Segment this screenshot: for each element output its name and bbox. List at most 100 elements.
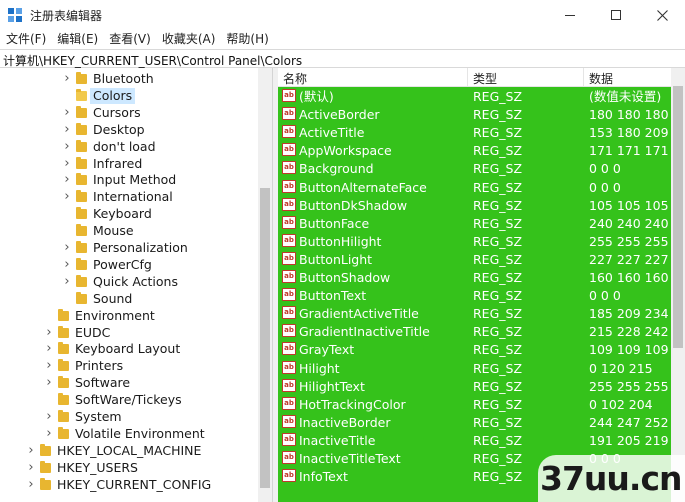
value-row[interactable]: ab HilightText REG_SZ 255 255 255 (278, 377, 671, 395)
list-scrollbar[interactable] (671, 68, 685, 502)
value-type: REG_SZ (473, 469, 523, 485)
list-body: ab (默认) REG_SZ (数值未设置) ab ActiveBorder REG_SZ 1… (278, 87, 671, 502)
address-bar[interactable]: 计算机\HKEY_CURRENT_USER\Control Panel\Colo… (0, 49, 685, 68)
value-row[interactable]: ab ButtonShadow REG_SZ 160 160 160 (278, 268, 671, 286)
value-row[interactable]: ab ButtonAlternateFace REG_SZ 0 0 0 (278, 178, 671, 196)
tree-scrollbar-thumb[interactable] (260, 188, 270, 488)
tree-item[interactable]: › PowerCfg (0, 256, 258, 273)
tree-item[interactable]: Colors (0, 87, 258, 104)
close-button[interactable] (639, 0, 685, 30)
chevron-right-icon[interactable]: › (62, 239, 72, 256)
string-value-icon: ab (282, 432, 296, 446)
tree-item[interactable]: Mouse (0, 222, 258, 239)
value-row[interactable]: ab InactiveBorder REG_SZ 244 247 252 (278, 413, 671, 431)
menu-edit[interactable]: 编辑(E) (51, 30, 103, 49)
tree-item[interactable]: SoftWare/Tickeys (0, 391, 258, 408)
chevron-right-icon[interactable]: › (44, 374, 54, 391)
chevron-right-icon[interactable]: › (62, 273, 72, 290)
value-row[interactable]: ab GradientInactiveTitle REG_SZ 215 228 242 (278, 322, 671, 340)
tree-item[interactable]: › Bluetooth (0, 70, 258, 87)
folder-icon (58, 410, 69, 422)
chevron-right-icon[interactable]: › (62, 155, 72, 172)
tree-item[interactable]: Environment (0, 307, 258, 324)
value-row[interactable]: ab ButtonText REG_SZ 0 0 0 (278, 286, 671, 304)
tree-item[interactable]: › Input Method (0, 171, 258, 188)
chevron-right-icon[interactable]: › (62, 171, 72, 188)
value-row[interactable]: ab ActiveBorder REG_SZ 180 180 180 (278, 105, 671, 123)
chevron-right-icon[interactable]: › (26, 476, 36, 493)
value-row[interactable]: ab HotTrackingColor REG_SZ 0 102 204 (278, 395, 671, 413)
chevron-right-icon[interactable]: › (62, 70, 72, 87)
values-list[interactable]: 名称 类型 数据 ab (默认) REG_SZ (数值未设置) ab ActiveBord… (278, 68, 685, 502)
value-row[interactable]: ab ActiveTitle REG_SZ 153 180 209 (278, 123, 671, 141)
chevron-right-icon[interactable]: › (44, 357, 54, 374)
tree-item[interactable]: › Cursors (0, 104, 258, 121)
chevron-right-icon[interactable]: › (44, 408, 54, 425)
menu-help[interactable]: 帮助(H) (220, 30, 273, 49)
value-name: (默认) (299, 89, 334, 104)
chevron-right-icon[interactable]: › (26, 442, 36, 459)
value-row[interactable]: ab Background REG_SZ 0 0 0 (278, 159, 671, 177)
value-row[interactable]: ab Hilight REG_SZ 0 120 215 (278, 359, 671, 377)
value-data: (数值未设置) (589, 89, 662, 104)
tree-item[interactable]: › Quick Actions (0, 273, 258, 290)
tree-item[interactable]: › Infrared (0, 155, 258, 172)
menu-bar: 文件(F) 编辑(E) 查看(V) 收藏夹(A) 帮助(H) (0, 30, 685, 49)
chevron-right-icon[interactable]: › (62, 104, 72, 121)
tree-item[interactable]: › EUDC (0, 324, 258, 341)
list-scrollbar-thumb[interactable] (673, 86, 683, 348)
tree-item[interactable]: › Volatile Environment (0, 425, 258, 442)
menu-file[interactable]: 文件(F) (0, 30, 51, 49)
tree-item[interactable]: › Printers (0, 357, 258, 374)
value-row[interactable]: ab AppWorkspace REG_SZ 171 171 171 (278, 141, 671, 159)
tree-item[interactable]: › Software (0, 374, 258, 391)
chevron-right-icon[interactable]: › (62, 188, 72, 205)
tree-item[interactable]: › System (0, 408, 258, 425)
registry-tree[interactable]: › Bluetooth Colors › Cursors › Desktop › don't l… (0, 68, 272, 502)
tree-item-label: System (75, 409, 122, 424)
string-value-icon: ab (282, 161, 296, 175)
value-row[interactable]: ab ButtonDkShadow REG_SZ 105 105 105 (278, 196, 671, 214)
tree-item[interactable]: › Personalization (0, 239, 258, 256)
value-row[interactable]: ab ButtonFace REG_SZ 240 240 240 (278, 214, 671, 232)
chevron-right-icon[interactable]: › (44, 425, 54, 442)
value-row[interactable]: ab InactiveTitle REG_SZ 191 205 219 (278, 431, 671, 449)
column-header-data[interactable]: 数据 (589, 70, 613, 87)
value-name: ActiveBorder (299, 107, 380, 123)
tree-item[interactable]: › HKEY_CURRENT_CONFIG (0, 476, 258, 493)
address-path[interactable]: 计算机\HKEY_CURRENT_USER\Control Panel\Colo… (3, 52, 302, 69)
menu-view[interactable]: 查看(V) (103, 30, 156, 49)
tree-item[interactable]: Sound (0, 290, 258, 307)
value-row[interactable]: ab GradientActiveTitle REG_SZ 185 209 234 (278, 304, 671, 322)
tree-item[interactable]: › International (0, 188, 258, 205)
tree-item[interactable]: › don't load (0, 138, 258, 155)
maximize-button[interactable] (593, 0, 639, 30)
column-header-type[interactable]: 类型 (473, 70, 497, 87)
tree-item[interactable]: › Desktop (0, 121, 258, 138)
menu-favorites[interactable]: 收藏夹(A) (156, 30, 221, 49)
tree-item[interactable]: › HKEY_LOCAL_MACHINE (0, 442, 258, 459)
value-data: 0 120 215 (589, 360, 653, 376)
value-row[interactable]: ab ButtonHilight REG_SZ 255 255 255 (278, 232, 671, 250)
tree-scrollbar[interactable] (258, 68, 272, 502)
minimize-button[interactable] (547, 0, 593, 30)
chevron-right-icon[interactable]: › (62, 138, 72, 155)
value-name: ButtonFace (299, 215, 370, 231)
value-row[interactable]: ab ButtonLight REG_SZ 227 227 227 (278, 250, 671, 268)
tree-item-label: HKEY_CURRENT_CONFIG (57, 476, 212, 492)
chevron-right-icon[interactable]: › (62, 256, 72, 273)
value-row[interactable]: ab GrayText REG_SZ 109 109 109 (278, 340, 671, 358)
tree-item[interactable]: › Keyboard Layout (0, 340, 258, 357)
chevron-right-icon[interactable]: › (44, 324, 54, 341)
chevron-right-icon[interactable]: › (62, 121, 72, 138)
tree-item[interactable]: Keyboard (0, 205, 258, 222)
chevron-right-icon[interactable]: › (26, 459, 36, 476)
tree-item[interactable]: › HKEY_USERS (0, 459, 258, 476)
tree-item-label: Environment (75, 307, 155, 323)
folder-icon (40, 460, 51, 473)
folder-icon (76, 207, 87, 220)
value-row[interactable]: ab (默认) REG_SZ (数值未设置) (278, 87, 671, 105)
tree-item-label: Personalization (93, 240, 188, 255)
chevron-right-icon[interactable]: › (44, 340, 54, 357)
column-header-name[interactable]: 名称 (283, 70, 307, 87)
